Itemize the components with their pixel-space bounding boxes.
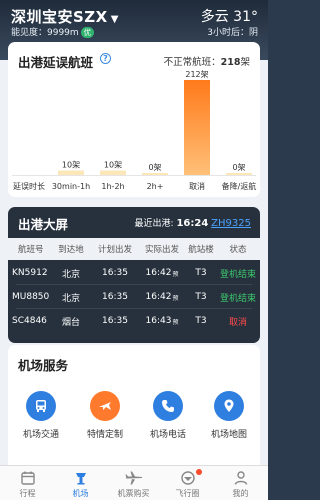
weather-now: 多云 31°	[200, 9, 258, 25]
service-map[interactable]: 机场地图	[199, 391, 259, 451]
category-label-3: 2h+	[147, 182, 164, 191]
col-status: 状态	[229, 245, 247, 255]
data-label-2: 10架	[104, 161, 122, 170]
bus-icon	[26, 391, 56, 421]
flight-number: SC4846	[12, 316, 47, 326]
table-row[interactable]: SC4846 烟台 16:35 16:43 预 T3 取消	[8, 309, 260, 333]
planned-time: 16:35	[102, 316, 128, 326]
destination: 烟台	[61, 317, 80, 328]
destination: 北京	[61, 293, 80, 304]
table-row[interactable]: MU8850 北京 16:35 16:42 预 T3 登机结束	[8, 285, 260, 309]
col-flight: 航班号	[18, 245, 44, 255]
bar-2	[100, 170, 126, 175]
nav-label: 机场	[72, 489, 89, 498]
col-terminal: 航站楼	[188, 245, 214, 255]
visibility-label: 能见度：9999m	[11, 28, 79, 38]
flight-number: KN5912	[12, 268, 48, 278]
community-icon	[161, 469, 214, 487]
nav-label: 机票购买	[117, 489, 150, 498]
bar-4	[184, 80, 210, 175]
status-label: 登机结束	[219, 269, 256, 280]
map-pin-icon	[214, 391, 244, 421]
category-label-1: 30min-1h	[52, 182, 90, 191]
data-label-5: 0架	[232, 163, 245, 172]
delay-bar-chart: 延误时长 10架 30min-1h 10架 1h-2h 0架 2h+ 212架取消 0架备降/返…	[12, 70, 257, 191]
phone-icon	[153, 391, 183, 421]
status-label: 取消	[228, 317, 247, 328]
nav-item-community[interactable]: 飞行圈	[161, 466, 214, 500]
col-destination: 到达地	[58, 245, 84, 255]
airport-services: 机场服务 机场交通 特情定制 机场电话 机场地图	[8, 345, 260, 467]
departures-table-header: 航班号 到达地 计划出发 实际出发 航站楼 状态	[8, 238, 260, 260]
latest-label: 最近出港:	[134, 219, 174, 229]
chevron-down-icon: ▼	[110, 14, 119, 25]
nav-item-trip[interactable]: 行程	[1, 466, 54, 500]
bottom-nav: 行程 机场 机票购买 飞行圈 我的	[0, 465, 268, 500]
airport-selector[interactable]: 深圳宝安SZX ▼	[11, 6, 119, 27]
data-label-3: 0架	[148, 163, 161, 172]
nav-item-mine[interactable]: 我的	[214, 466, 267, 500]
actual-time: 16:42 预	[145, 292, 179, 302]
flight-number: MU8850	[12, 292, 50, 302]
plane-custom-icon	[90, 391, 120, 421]
service-label: 机场电话	[149, 430, 186, 440]
latest-time: 16:24	[176, 218, 209, 229]
delay-card[interactable]: 出港延误航班 ? 不正常航班：218架 延误时长 10架 30min-1h 10架 1h…	[8, 42, 260, 197]
service-label: 机场地图	[210, 430, 247, 440]
latest-flight-link[interactable]: ZH9325	[211, 218, 251, 229]
status-label: 登机结束	[219, 293, 256, 304]
category-label-0: 延误时长	[13, 181, 45, 191]
nav-item-tickets[interactable]: 机票购买	[107, 466, 160, 500]
notification-dot	[196, 469, 202, 475]
weather-forecast: 3小时后：阴	[207, 28, 258, 38]
planned-time: 16:35	[102, 268, 128, 278]
nav-label: 行程	[19, 489, 36, 498]
departures-title: 出港大屏	[18, 217, 69, 232]
actual-time: 16:42 预	[145, 268, 179, 278]
data-label-4: 212架	[185, 70, 208, 79]
service-custom[interactable]: 特情定制	[75, 391, 135, 451]
actual-time: 16:43 预	[145, 316, 179, 326]
airplane-icon	[107, 469, 160, 487]
service-phone[interactable]: 机场电话	[138, 391, 198, 451]
category-label-5: 备降/返航	[222, 181, 257, 191]
col-planned: 计划出发	[97, 245, 132, 255]
service-transport[interactable]: 机场交通	[11, 391, 71, 451]
visibility-info: 能见度：9999m 优	[11, 25, 95, 38]
user-icon	[214, 469, 267, 487]
latest-departure: 最近出港: 16:24 ZH9325	[135, 216, 251, 229]
nav-label: 飞行圈	[175, 489, 200, 498]
visibility-badge: 优	[80, 27, 95, 38]
services-title: 机场服务	[18, 358, 69, 373]
airport-name: 深圳宝安SZX	[11, 8, 108, 26]
destination: 北京	[61, 269, 80, 280]
bar-1	[58, 170, 84, 175]
nav-item-airport[interactable]: 机场	[54, 466, 107, 500]
service-label: 特情定制	[86, 430, 123, 440]
calendar-icon	[1, 469, 54, 487]
bar-5	[226, 173, 252, 175]
terminal: T3	[195, 316, 207, 326]
terminal: T3	[195, 292, 207, 302]
control-tower-icon	[54, 469, 107, 487]
col-actual: 实际出发	[144, 245, 179, 255]
departures-board[interactable]: 出港大屏 最近出港: 16:24 ZH9325 航班号 到达地 计划出发 实际出…	[8, 207, 260, 343]
planned-time: 16:35	[102, 292, 128, 302]
terminal: T3	[195, 268, 207, 278]
service-label: 机场交通	[22, 430, 59, 440]
nav-label: 我的	[232, 489, 249, 498]
data-label-1: 10架	[62, 161, 80, 170]
category-label-4: 取消	[189, 181, 205, 191]
bar-3	[142, 173, 168, 175]
category-label-2: 1h-2h	[101, 182, 124, 191]
table-row[interactable]: KN5912 北京 16:35 16:42 预 T3 登机结束	[8, 261, 260, 285]
